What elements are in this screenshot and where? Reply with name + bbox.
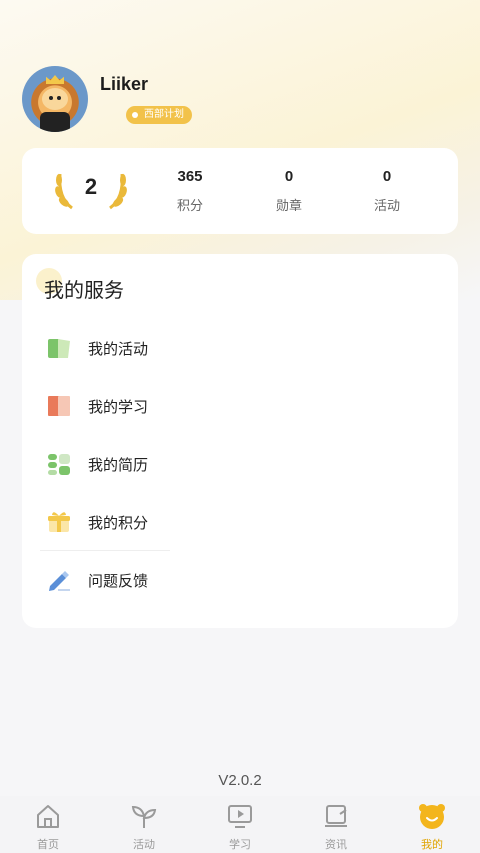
stat-value: 0 (382, 168, 392, 185)
service-label: 我的活动 (88, 340, 149, 358)
service-label: 我的学习 (88, 398, 149, 416)
service-label: 问题反馈 (88, 572, 149, 590)
points-icon (48, 512, 70, 532)
stats-card: 2 365 积分 0 勋章 0 活动 (22, 148, 458, 234)
stat-label: 勋章 (275, 199, 302, 214)
avatar[interactable] (22, 66, 88, 132)
stat-activities[interactable]: 0 活动 (347, 168, 427, 214)
divider (40, 550, 170, 551)
news-icon (325, 805, 347, 827)
video-icon (228, 805, 252, 828)
home-icon (37, 805, 59, 828)
stat-value: 0 (284, 168, 294, 185)
service-item-feedback[interactable]: 问题反馈 (40, 560, 170, 600)
tab-home[interactable]: 首页 (0, 802, 96, 852)
tab-activities[interactable]: 活动 (96, 802, 192, 852)
rank-badge[interactable]: 2 (54, 166, 128, 214)
stat-value: 365 (177, 168, 203, 185)
study-icon (48, 396, 70, 416)
app-version: V2.0.2 (218, 772, 262, 789)
stat-medals[interactable]: 0 勋章 (249, 168, 329, 214)
profile-header: Liiker 西部计划 (22, 66, 462, 134)
crown-icon (46, 75, 64, 84)
tab-label: 资讯 (325, 838, 347, 851)
bear-icon (419, 804, 445, 829)
tab-news[interactable]: 资讯 (288, 802, 384, 852)
bottom-tab-bar: 首页 活动 学习 资讯 我的 (0, 796, 480, 853)
stat-label: 活动 (373, 199, 400, 214)
services-title: 我的服务 (44, 278, 124, 302)
service-item-study[interactable]: 我的学习 (40, 386, 170, 426)
activity-icon (48, 339, 70, 358)
service-item-activities[interactable]: 我的活动 (40, 328, 170, 368)
tag-dot-icon (132, 112, 138, 118)
tab-label: 我的 (421, 838, 443, 851)
tab-label: 学习 (229, 838, 251, 851)
laurel-right-icon (109, 173, 127, 210)
tab-study[interactable]: 学习 (192, 802, 288, 852)
tab-label: 首页 (37, 838, 59, 851)
stat-label: 积分 (176, 199, 203, 214)
stat-points[interactable]: 365 积分 (150, 168, 230, 214)
username: Liiker (100, 74, 149, 94)
service-label: 我的积分 (88, 514, 149, 532)
sprout-icon (131, 805, 157, 828)
tab-label: 活动 (133, 838, 155, 851)
service-label: 我的简历 (88, 456, 149, 474)
program-tag-label: 西部计划 (144, 109, 184, 120)
resume-icon (48, 454, 70, 475)
program-tag: 西部计划 (126, 106, 192, 124)
tab-mine[interactable]: 我的 (384, 802, 480, 852)
services-card: 我的服务 我的活动 我的学习 我的简历 我的积分 问题反馈 (22, 254, 458, 628)
feedback-icon (49, 571, 70, 591)
service-item-points[interactable]: 我的积分 (40, 502, 170, 542)
service-item-resume[interactable]: 我的简历 (40, 444, 170, 484)
